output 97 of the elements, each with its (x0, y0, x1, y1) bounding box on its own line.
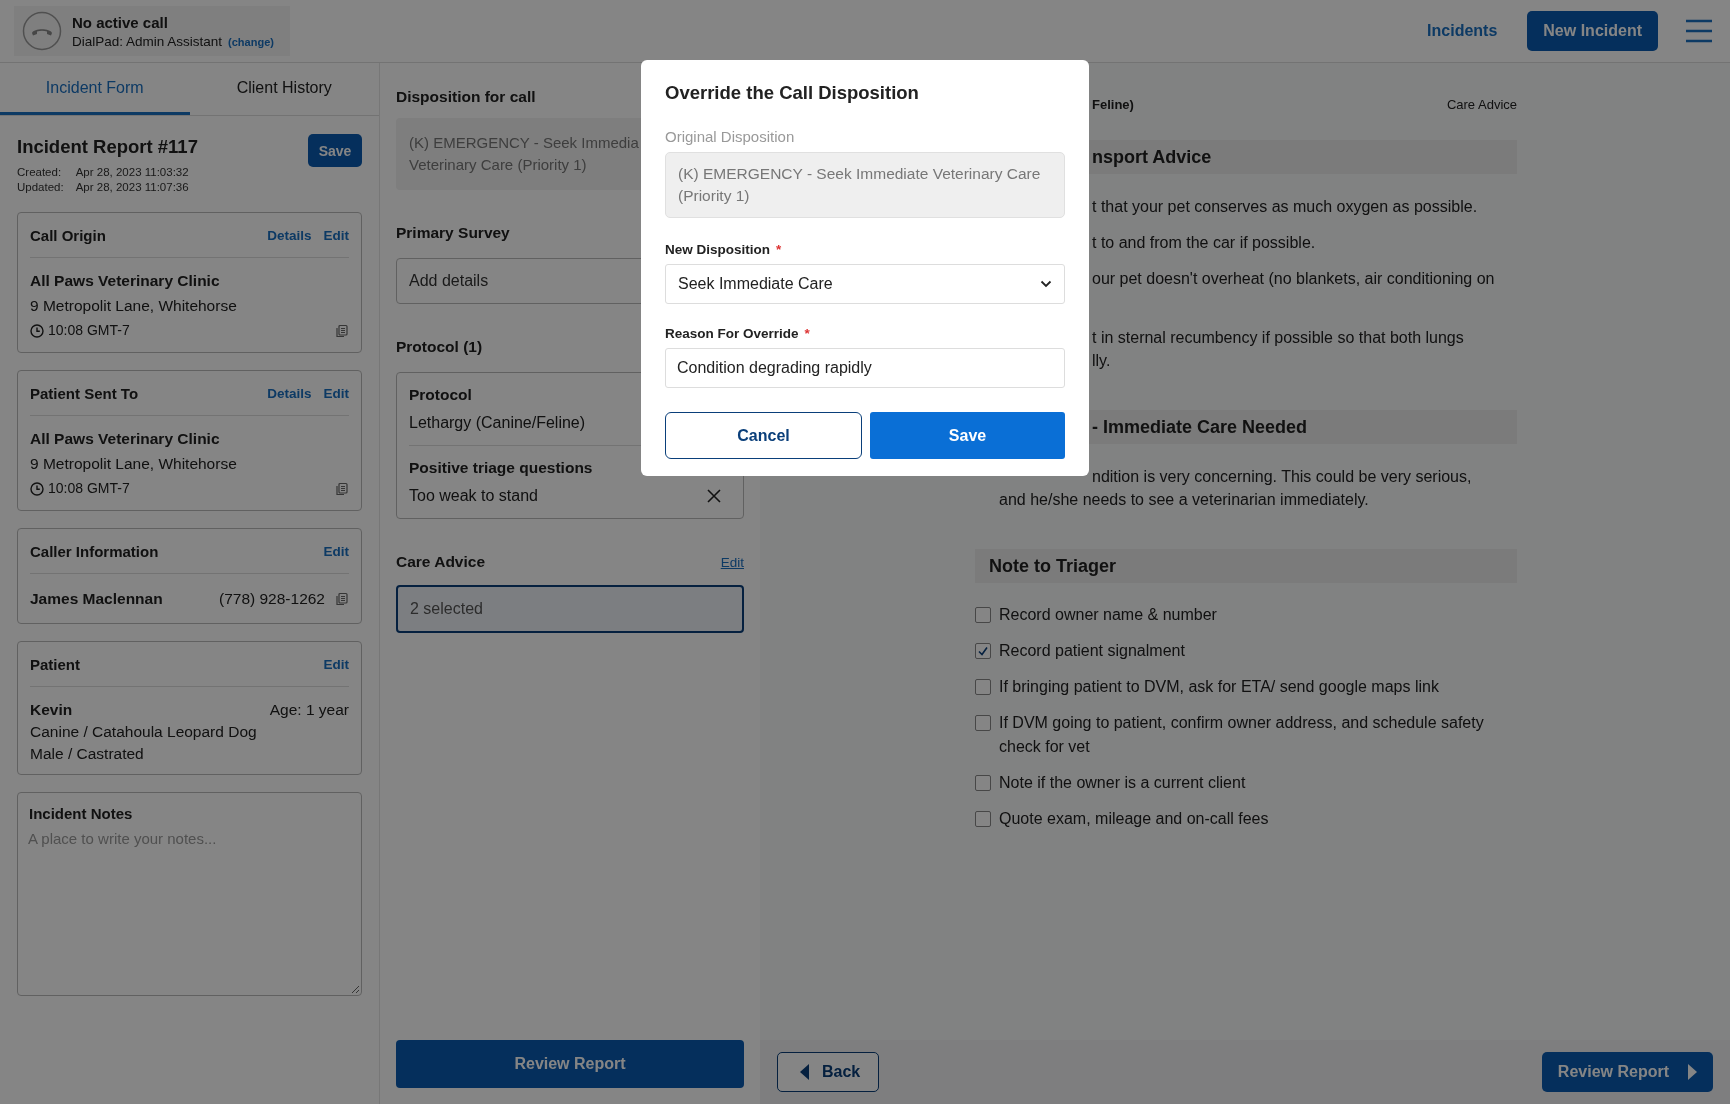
advice-text: ndition is very concerning. This could be very serious, (1092, 467, 1472, 487)
protocol-label: Protocol (409, 385, 472, 405)
change-link[interactable]: (change) (228, 35, 274, 48)
advice-text: t to and from the car if possible. (1092, 233, 1316, 253)
checkbox[interactable] (975, 811, 991, 827)
copy-icon[interactable] (335, 481, 349, 496)
edit-link[interactable]: Edit (720, 554, 744, 570)
checklist-label: Record owner name & number (999, 605, 1217, 625)
care-advice-select[interactable]: 2 selected (396, 585, 744, 633)
copy-icon[interactable] (335, 591, 349, 606)
checkbox[interactable] (975, 679, 991, 695)
field-label: Reason For Override (665, 326, 799, 341)
advice-text: t in sternal recumbency if possible so that both lungs (1092, 328, 1464, 348)
card-title: Patient Sent To (30, 384, 140, 402)
card-title: Call Origin (30, 226, 107, 244)
card-action-link[interactable]: Details (267, 385, 312, 401)
menu-button[interactable] (1684, 18, 1714, 44)
tab[interactable]: Client History (189, 63, 379, 115)
card-action-link[interactable]: Edit (323, 543, 349, 559)
card-action-link[interactable]: Details (267, 227, 312, 243)
advice-text: lly. (1092, 351, 1111, 371)
meta-label: Created: (17, 166, 63, 178)
field-label: New Disposition (665, 242, 770, 257)
dialpad-label: DialPad: Admin Assistant (72, 33, 223, 49)
required-mark: * (804, 326, 810, 341)
notes-label: Incident Notes (28, 805, 133, 822)
clock-icon (30, 481, 44, 496)
chevron-icon (1040, 280, 1052, 288)
checklist-label: Note if the owner is a current client (999, 773, 1246, 793)
section-title: - Immediate Care Needed (1092, 416, 1308, 438)
card-action-link[interactable]: Edit (323, 656, 349, 672)
checkbox[interactable] (975, 607, 991, 623)
caret-left-icon (800, 1064, 810, 1080)
tab[interactable]: Incident Form (0, 63, 190, 115)
review-report-button[interactable]: Review Report (1541, 1052, 1713, 1092)
card-action-link[interactable]: Edit (323, 385, 349, 401)
caller-name: James Maclennan (30, 589, 164, 609)
patient-age: Age: 1 year (269, 700, 349, 720)
phone-icon (22, 11, 62, 51)
cancel-button[interactable]: Cancel (665, 412, 862, 459)
clinic-name: All Paws Veterinary Clinic (30, 271, 220, 291)
breadcrumb: Care Advice (1446, 97, 1517, 112)
meta-value: Apr 28, 2023 11:07:36 (75, 181, 189, 193)
advice-text: and he/she needs to see a veterinarian immediately. (999, 490, 1369, 510)
protocol-value: Lethargy (Canine/Feline) (409, 413, 586, 433)
call-time: 10:08 GMT-7 (48, 479, 131, 498)
section-label: Primary Survey (396, 224, 510, 242)
checkbox[interactable] (975, 775, 991, 791)
advice-text: our pet doesn't overheat (no blankets, air conditioning on (1092, 269, 1495, 289)
field-label: Original Disposition (665, 128, 795, 145)
checkbox[interactable] (975, 643, 991, 659)
copy-icon[interactable] (335, 323, 349, 338)
checklist-label: If bringing patient to DVM, ask for ETA/ send google maps link (999, 677, 1439, 697)
patient-detail: Canine / Catahoula Leopard Dog (30, 722, 257, 742)
incidents-link[interactable]: Incidents (1427, 22, 1498, 40)
save-button[interactable]: Save (870, 412, 1065, 459)
checklist-label: Record patient signalment (999, 641, 1185, 661)
review-report-button[interactable]: Review Report (396, 1040, 744, 1088)
card-title: Patient (30, 655, 81, 673)
clinic-address: 9 Metropolit Lane, Whitehorse (30, 296, 237, 316)
clinic-name: All Paws Veterinary Clinic (30, 429, 220, 449)
save-button[interactable]: Save (308, 134, 362, 167)
report-title: Incident Report #117 (17, 136, 198, 158)
checklist-label: Quote exam, mileage and on-call fees (999, 809, 1269, 829)
disposition-text: Veterinary Care (Priority 1) (409, 155, 587, 175)
clock-icon (30, 323, 44, 338)
clinic-address: 9 Metropolit Lane, Whitehorse (30, 454, 237, 474)
section-title: nsport Advice (1092, 146, 1212, 168)
call-status: No active call (72, 13, 169, 31)
call-time: 10:08 GMT-7 (48, 321, 131, 340)
checkbox[interactable] (975, 715, 991, 731)
section-label: Protocol (1) (396, 338, 483, 356)
section-label: Care Advice (396, 553, 486, 571)
protocol-title: Feline) (1092, 97, 1134, 112)
advice-text: t that your pet conserves as much oxygen as possible. (1092, 197, 1478, 217)
checklist-label: If DVM going to patient, confirm owner address, and schedule safety check for vet (999, 713, 1485, 757)
reason-field[interactable]: Condition degrading rapidly (665, 348, 1065, 388)
required-mark: * (776, 242, 782, 257)
card-title: Caller Information (30, 542, 160, 560)
caller-phone: (778) 928-1262 (219, 589, 325, 609)
dialog-title: Override the Call Disposition (665, 82, 920, 104)
new-incident-button[interactable]: New Incident (1527, 11, 1658, 51)
original-disposition-field: (K) EMERGENCY - Seek Immediate Veterinary Care (Priority 1) (665, 152, 1065, 218)
meta-label: Updated: (17, 181, 64, 193)
section-label: Disposition for call (396, 88, 536, 106)
meta-value: Apr 28, 2023 11:03:32 (75, 166, 189, 178)
patient-name: Kevin (30, 700, 74, 720)
triage-value: Too weak to stand (409, 486, 538, 506)
card-action-link[interactable]: Edit (323, 227, 349, 243)
caret-right-icon (1687, 1064, 1697, 1080)
patient-detail: Male / Castrated (30, 744, 144, 764)
back-button[interactable]: Back (777, 1052, 880, 1092)
disposition-select[interactable]: Seek Immediate Care (665, 264, 1065, 304)
triage-label: Positive triage questions (409, 458, 593, 478)
close-icon[interactable] (707, 489, 721, 503)
disposition-text: (K) EMERGENCY - Seek Immedia (409, 133, 639, 153)
section-title: Note to Triager (989, 555, 1117, 577)
